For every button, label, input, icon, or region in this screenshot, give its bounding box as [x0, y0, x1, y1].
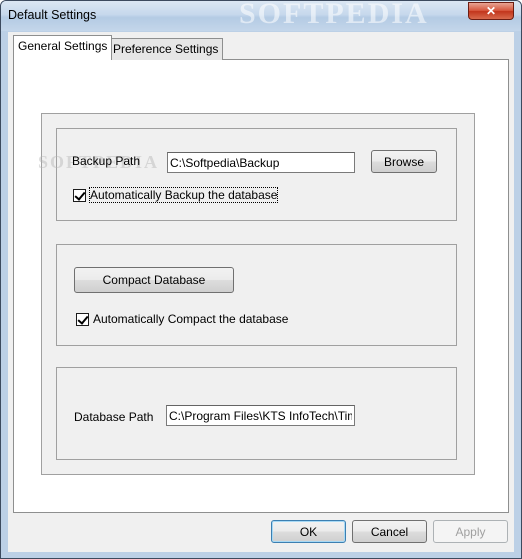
database-path-input[interactable] [166, 405, 355, 426]
watermark-logo: SOFTPEDIA [239, 0, 429, 30]
close-icon: ✕ [485, 4, 497, 18]
backup-group [56, 128, 457, 221]
database-path-label: Database Path [74, 410, 154, 424]
tab-general-settings[interactable]: General Settings [13, 35, 113, 60]
compact-database-button[interactable]: Compact Database [74, 267, 234, 293]
compact-group [56, 244, 457, 346]
auto-backup-label[interactable]: Automatically Backup the database [88, 187, 279, 203]
close-button[interactable]: ✕ [468, 2, 514, 20]
title-bar[interactable]: Default Settings SOFTPEDIA ✕ [1, 1, 521, 31]
apply-button[interactable]: Apply [433, 520, 508, 543]
auto-compact-label[interactable]: Automatically Compact the database [93, 312, 288, 326]
ok-button[interactable]: OK [271, 520, 346, 543]
tab-preference-settings[interactable]: Preference Settings [108, 38, 224, 60]
backup-path-label: Backup Path [72, 154, 141, 168]
window-title: Default Settings [8, 8, 97, 22]
backup-path-input[interactable] [167, 152, 355, 173]
auto-compact-checkbox[interactable] [76, 313, 89, 326]
cancel-button[interactable]: Cancel [352, 520, 427, 543]
browse-button[interactable]: Browse [371, 150, 437, 173]
auto-backup-checkbox[interactable] [73, 189, 86, 202]
